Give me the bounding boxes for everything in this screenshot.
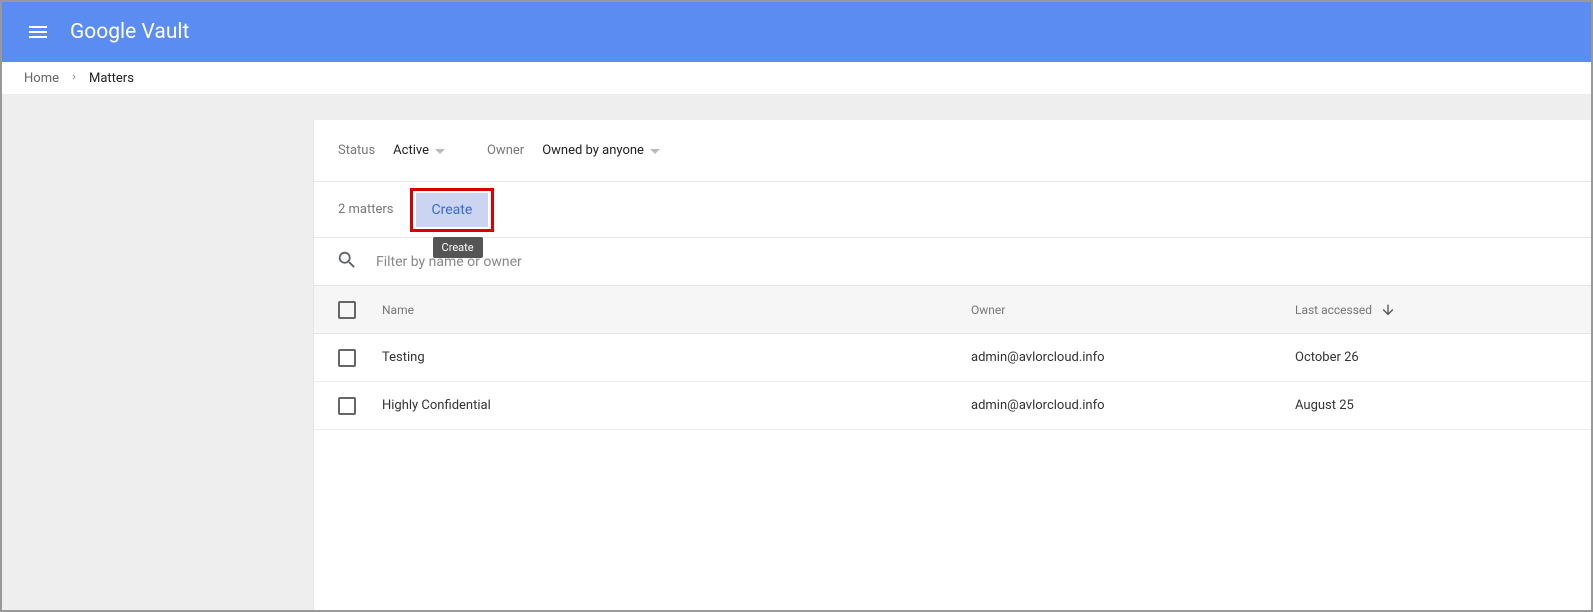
main-panel: Status Active Owner Owned by anyone 2 ma…: [313, 120, 1591, 610]
search-icon: [336, 249, 358, 275]
owner-dropdown[interactable]: Owned by anyone: [542, 143, 660, 158]
menu-icon[interactable]: [26, 20, 50, 44]
matter-count: 2 matters: [338, 202, 394, 217]
row-last-accessed: October 26: [1295, 350, 1591, 365]
status-dropdown[interactable]: Active: [393, 143, 445, 158]
tooltip: Create: [433, 237, 483, 258]
column-header-owner[interactable]: Owner: [971, 303, 1295, 317]
select-all-checkbox[interactable]: [338, 301, 356, 319]
filter-row: Status Active Owner Owned by anyone: [314, 120, 1591, 182]
create-button[interactable]: Create: [416, 193, 489, 227]
chevron-down-icon: [435, 149, 445, 154]
breadcrumb-current: Matters: [89, 71, 134, 86]
table-header: Name Owner Last accessed: [314, 286, 1591, 334]
app-header: Google Vault: [2, 2, 1591, 62]
chevron-down-icon: [650, 149, 660, 154]
column-header-name[interactable]: Name: [382, 303, 971, 317]
toolbar-row: 2 matters Create Create: [314, 182, 1591, 238]
search-row: [314, 238, 1591, 286]
row-name: Testing: [382, 350, 971, 365]
app-title: Google Vault: [70, 20, 189, 44]
column-header-last-label: Last accessed: [1295, 303, 1372, 317]
row-owner: admin@avlorcloud.info: [971, 350, 1295, 365]
left-gutter: [2, 94, 313, 610]
row-last-accessed: August 25: [1295, 398, 1591, 413]
owner-label: Owner: [487, 143, 524, 158]
owner-value: Owned by anyone: [542, 143, 644, 158]
table-row[interactable]: Testing admin@avlorcloud.info October 26: [314, 334, 1591, 382]
row-owner: admin@avlorcloud.info: [971, 398, 1295, 413]
row-checkbox[interactable]: [338, 397, 356, 415]
row-name: Highly Confidential: [382, 398, 971, 413]
table-row[interactable]: Highly Confidential admin@avlorcloud.inf…: [314, 382, 1591, 430]
status-label: Status: [338, 143, 375, 158]
content-area: Status Active Owner Owned by anyone 2 ma…: [2, 94, 1591, 610]
column-header-last-accessed[interactable]: Last accessed: [1295, 302, 1591, 318]
breadcrumb-home[interactable]: Home: [24, 71, 59, 86]
chevron-right-icon: [69, 71, 79, 86]
search-input[interactable]: [376, 254, 1591, 270]
status-value: Active: [393, 143, 429, 158]
row-checkbox[interactable]: [338, 349, 356, 367]
breadcrumb: Home Matters: [2, 62, 1591, 94]
arrow-down-icon: [1380, 302, 1396, 318]
